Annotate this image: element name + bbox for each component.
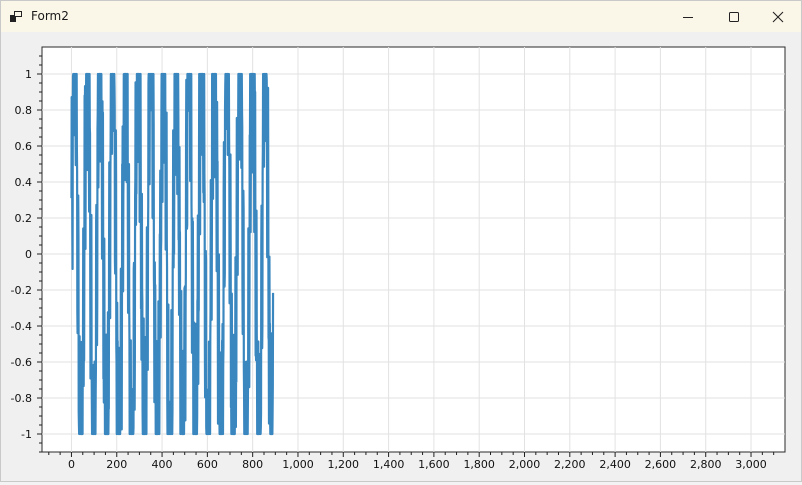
- close-icon: [772, 11, 784, 22]
- x-tick-label: 3,000: [735, 458, 767, 471]
- x-tick-label: 2,400: [599, 458, 631, 471]
- y-tick-label: -0.6: [11, 356, 32, 369]
- x-tick-label: 1,800: [463, 458, 495, 471]
- x-axis-labels: 0 200 400 600 800 1,000 1,200 1,400 1,600 1,800 2,…: [68, 458, 767, 471]
- app-icon: [10, 11, 22, 22]
- x-tick-label: 2,600: [645, 458, 677, 471]
- y-tick-label: 0: [25, 248, 32, 261]
- x-tick-label: 2,800: [690, 458, 722, 471]
- x-tick-label: 1,000: [282, 458, 314, 471]
- x-tick-label: 800: [242, 458, 263, 471]
- client-area: 0 200 400 600 800 1,000 1,200 1,400 1,600 1,800 2,…: [1, 32, 801, 481]
- x-tick-label: 400: [152, 458, 173, 471]
- maximize-icon: [729, 11, 739, 22]
- y-tick-label: 0.8: [15, 104, 33, 117]
- y-axis-labels: 1 0.8 0.6 0.4 0.2 0 -0.2 -0.4 -0.6 -0.8 -1: [11, 68, 32, 441]
- maximize-button[interactable]: [711, 1, 757, 32]
- x-tick-label: 200: [106, 458, 127, 471]
- line-chart[interactable]: 0 200 400 600 800 1,000 1,200 1,400 1,600 1,800 2,…: [1, 32, 801, 481]
- x-tick-label: 1,400: [373, 458, 405, 471]
- x-tick-label: 2,000: [509, 458, 541, 471]
- x-tick-label: 1,600: [418, 458, 450, 471]
- x-tick-label: 1,200: [328, 458, 360, 471]
- y-tick-label: 0.4: [15, 176, 33, 189]
- y-tick-label: 0.2: [15, 212, 33, 225]
- minimize-button[interactable]: [665, 1, 711, 32]
- y-tick-label: -0.8: [11, 392, 32, 405]
- title-bar[interactable]: Form2: [1, 1, 801, 32]
- window-title: Form2: [31, 9, 69, 23]
- y-tick-label: 1: [25, 68, 32, 81]
- y-tick-label: -0.2: [11, 284, 32, 297]
- window: Form2 0 200 400 600 800 1,000 1,200 1,400 1,600 1…: [0, 0, 802, 482]
- x-tick-label: 0: [68, 458, 75, 471]
- y-tick-label: -1: [21, 428, 32, 441]
- x-tick-label: 600: [197, 458, 218, 471]
- x-tick-label: 2,200: [554, 458, 586, 471]
- minimize-icon: [683, 16, 693, 18]
- y-tick-label: 0.6: [15, 140, 33, 153]
- close-button[interactable]: [755, 1, 801, 32]
- y-tick-label: -0.4: [11, 320, 32, 333]
